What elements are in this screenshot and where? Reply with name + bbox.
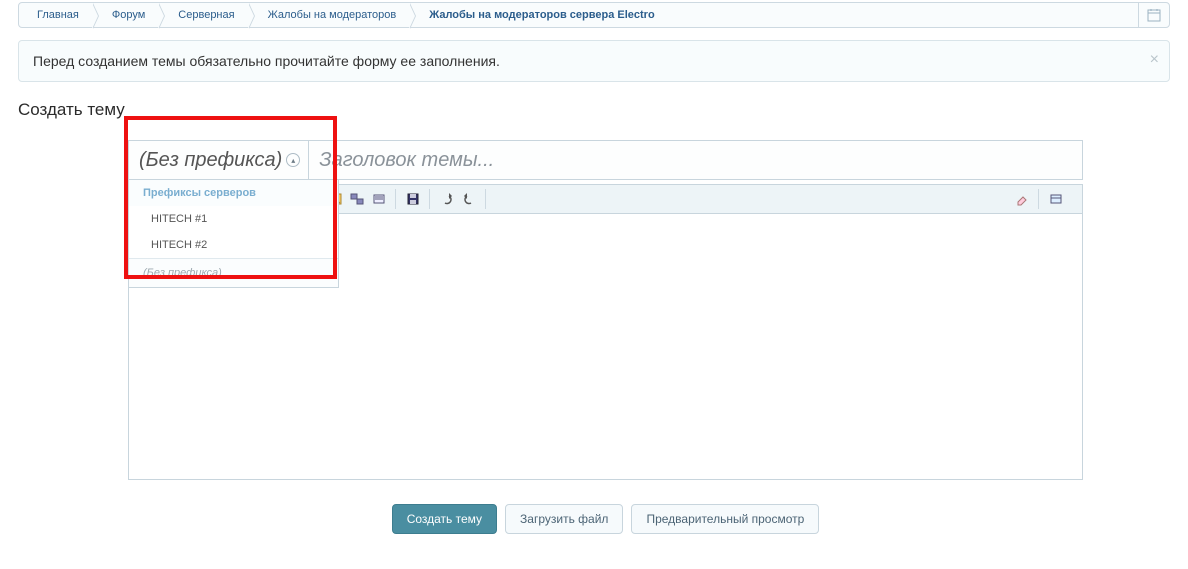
redo-icon[interactable] [459, 189, 479, 209]
crumb-forum[interactable]: Форум [94, 3, 160, 27]
calendar-icon[interactable] [1138, 3, 1169, 27]
eraser-icon[interactable] [1012, 189, 1032, 209]
undo-icon[interactable] [437, 189, 457, 209]
crumb-current: Жалобы на модераторов сервера Electro [411, 3, 669, 27]
prefix-option[interactable]: HITECH #2 [129, 232, 338, 258]
close-icon[interactable]: × [1150, 51, 1159, 69]
breadcrumb: Главная Форум Серверная Жалобы на модера… [18, 2, 1170, 28]
source-icon[interactable] [1046, 189, 1066, 209]
preview-button[interactable]: Предварительный просмотр [631, 504, 819, 534]
save-icon[interactable] [403, 189, 423, 209]
prefix-selector[interactable]: (Без префикса) ▴ [129, 141, 309, 179]
quote-icon[interactable] [369, 189, 389, 209]
prefix-selected-label: (Без префикса) [139, 149, 282, 172]
chevron-up-icon: ▴ [286, 153, 300, 167]
prefix-dropdown: Префиксы серверов HITECH #1 HITECH #2 (Б… [128, 179, 339, 288]
title-row: (Без префикса) ▴ Префиксы серверов HITEC… [128, 140, 1083, 180]
prefix-option[interactable]: HITECH #1 [129, 206, 338, 232]
notice-box: Перед созданием темы обязательно прочита… [18, 40, 1170, 82]
crumb-home[interactable]: Главная [19, 3, 94, 27]
prefix-group-header: Префиксы серверов [129, 180, 338, 206]
action-buttons: Создать тему Загрузить файл Предваритель… [128, 504, 1083, 534]
page-title: Создать тему [18, 100, 1170, 120]
notice-text: Перед созданием темы обязательно прочита… [33, 53, 500, 69]
upload-button[interactable]: Загрузить файл [505, 504, 623, 534]
prefix-default-option[interactable]: (Без префикса) [129, 258, 338, 287]
crumb-server[interactable]: Серверная [160, 3, 249, 27]
media-icon[interactable] [347, 189, 367, 209]
crumb-complaints[interactable]: Жалобы на модераторов [250, 3, 412, 27]
submit-button[interactable]: Создать тему [392, 504, 497, 534]
topic-title-input[interactable] [309, 141, 1082, 179]
